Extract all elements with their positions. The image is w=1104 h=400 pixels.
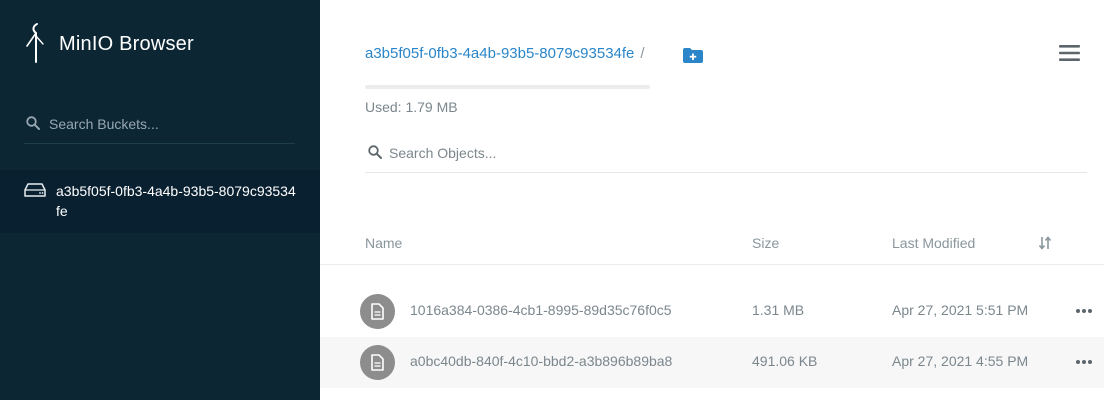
- usage-progress-bar: [365, 85, 650, 89]
- breadcrumb-bucket-link[interactable]: a3b5f05f-0fb3-4a4b-93b5-8079c93534fe: [365, 45, 634, 62]
- column-header-last-modified[interactable]: Last Modified: [892, 235, 975, 251]
- column-header-name[interactable]: Name: [365, 235, 402, 251]
- table-row[interactable]: 1016a384-0386-4cb1-8995-89d35c76f0c5 1.3…: [320, 286, 1104, 337]
- bucket-search: [24, 108, 295, 144]
- object-size: 1.31 MB: [752, 302, 805, 318]
- search-icon: [26, 116, 40, 130]
- table-header: Name Size Last Modified: [320, 224, 1104, 265]
- object-size: 491.06 KB: [752, 353, 818, 369]
- bucket-name: a3b5f05f-0fb3-4a4b-93b5-8079c93534fe: [56, 183, 296, 219]
- search-objects-input[interactable]: [389, 143, 1069, 163]
- more-options-icon[interactable]: [1074, 355, 1094, 369]
- breadcrumb: a3b5f05f-0fb3-4a4b-93b5-8079c93534fe /: [365, 45, 645, 62]
- sidebar-item-bucket[interactable]: a3b5f05f-0fb3-4a4b-93b5-8079c93534fe: [0, 170, 320, 233]
- app-title: MinIO Browser: [59, 33, 194, 55]
- breadcrumb-separator: /: [640, 45, 645, 62]
- object-name: a0bc40db-840f-4c10-bbd2-a3b896b89ba8: [410, 353, 673, 369]
- menu-icon[interactable]: [1059, 44, 1080, 62]
- column-header-size[interactable]: Size: [752, 235, 779, 251]
- sort-icon[interactable]: [1038, 236, 1052, 250]
- object-last-modified: Apr 27, 2021 4:55 PM: [892, 353, 1029, 369]
- file-icon: [360, 294, 395, 329]
- file-icon: [360, 345, 395, 380]
- used-storage-text: Used: 1.79 MB: [365, 99, 458, 115]
- sidebar: MinIO Browser a3b5f05f-0fb3-4a4b-93b5-80…: [0, 0, 320, 400]
- search-icon: [368, 145, 382, 159]
- more-options-icon[interactable]: [1074, 304, 1094, 318]
- table-row[interactable]: a0bc40db-840f-4c10-bbd2-a3b896b89ba8 491…: [320, 337, 1104, 388]
- object-last-modified: Apr 27, 2021 5:51 PM: [892, 302, 1029, 318]
- object-name: 1016a384-0386-4cb1-8995-89d35c76f0c5: [410, 302, 672, 318]
- search-buckets-input[interactable]: [49, 114, 289, 134]
- object-search: [365, 138, 1087, 173]
- main-panel: a3b5f05f-0fb3-4a4b-93b5-8079c93534fe / Us…: [320, 0, 1104, 400]
- add-folder-icon[interactable]: [682, 47, 704, 64]
- disk-icon: [24, 183, 46, 197]
- minio-logo-icon: [26, 23, 44, 63]
